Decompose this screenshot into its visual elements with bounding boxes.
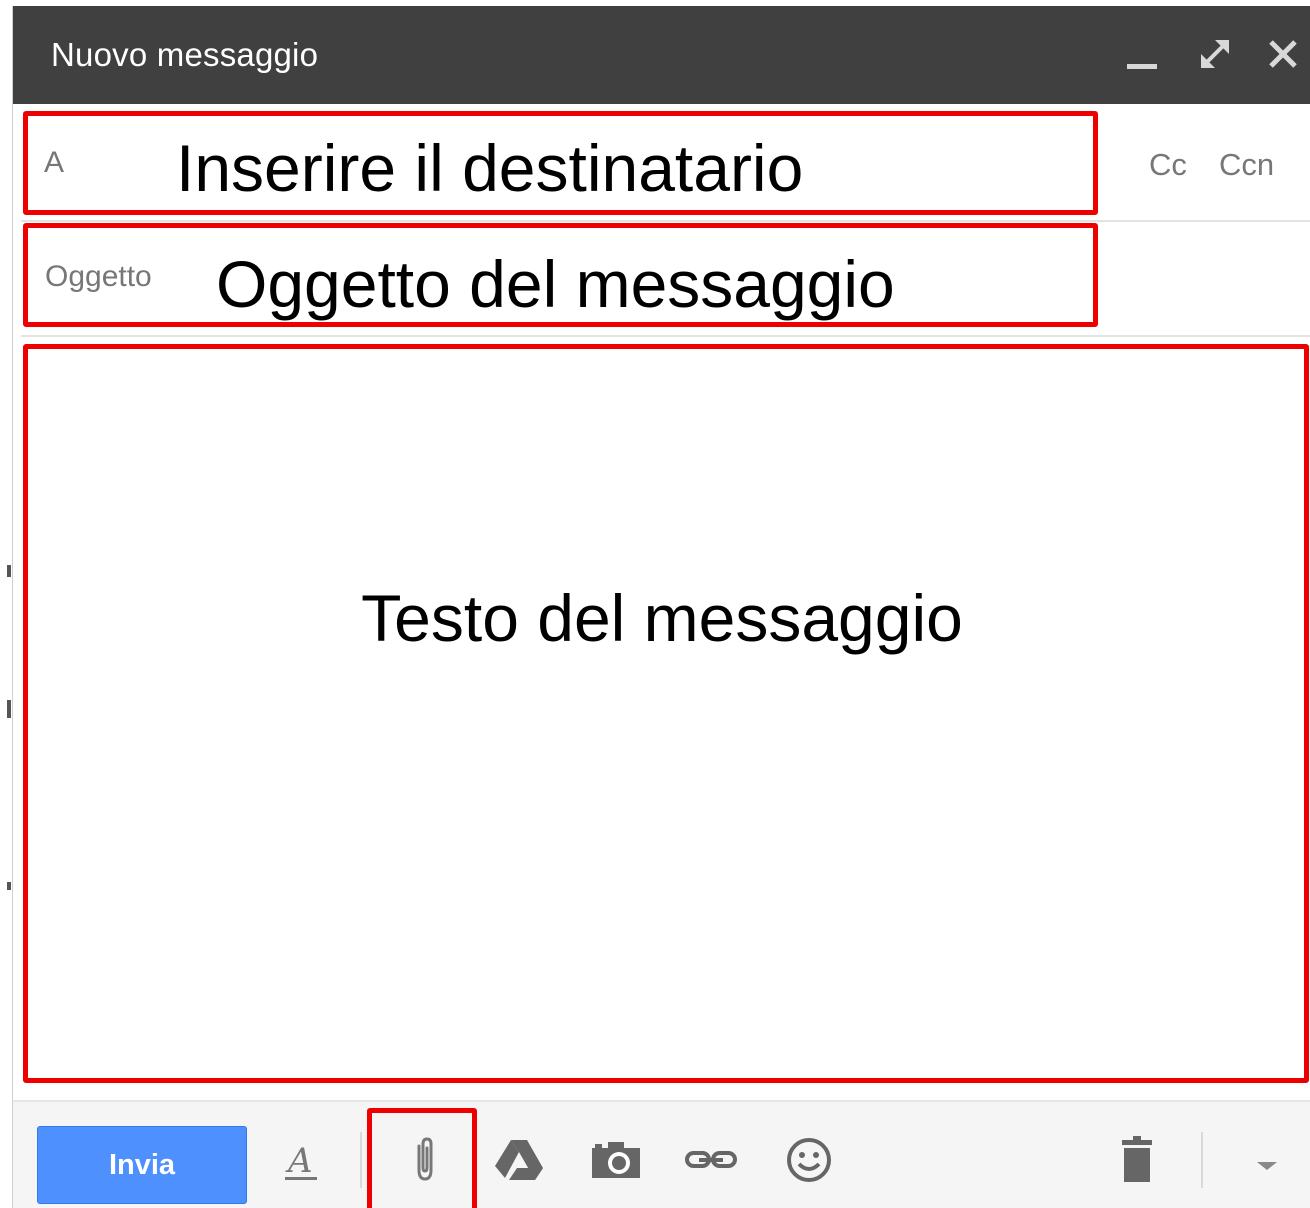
background-mark	[7, 565, 11, 577]
photo-icon[interactable]	[588, 1132, 644, 1188]
subject-highlight-box	[23, 223, 1098, 327]
fullscreen-icon[interactable]	[1195, 34, 1235, 74]
background-page-edge	[0, 0, 12, 1208]
body-highlight-box	[23, 344, 1309, 1083]
bcc-link[interactable]: Ccn	[1219, 147, 1274, 183]
minimize-icon[interactable]	[1123, 34, 1163, 74]
drive-icon[interactable]	[491, 1132, 547, 1188]
close-icon[interactable]	[1263, 34, 1303, 74]
compose-window: Nuovo messaggio A Inserire il destinatar…	[12, 6, 1310, 1208]
link-icon[interactable]	[683, 1132, 739, 1188]
divider	[21, 335, 1310, 337]
cc-link[interactable]: Cc	[1149, 147, 1187, 183]
trash-icon[interactable]	[1109, 1132, 1165, 1188]
emoji-icon[interactable]	[781, 1132, 837, 1188]
svg-text:A: A	[285, 1141, 313, 1181]
send-button[interactable]: Invia	[37, 1126, 247, 1204]
toolbar-separator	[1201, 1132, 1203, 1188]
background-mark	[7, 882, 11, 890]
background-mark	[7, 700, 11, 718]
divider	[21, 220, 1310, 222]
compose-titlebar[interactable]: Nuovo messaggio	[13, 6, 1310, 104]
toolbar-separator	[360, 1132, 362, 1188]
more-options-icon[interactable]	[1239, 1132, 1295, 1188]
to-highlight-box	[23, 111, 1098, 215]
attachment-highlight-box	[367, 1108, 477, 1208]
window-title: Nuovo messaggio	[51, 36, 319, 73]
compose-toolbar: Invia A	[13, 1100, 1310, 1208]
formatting-icon[interactable]: A	[273, 1132, 329, 1188]
